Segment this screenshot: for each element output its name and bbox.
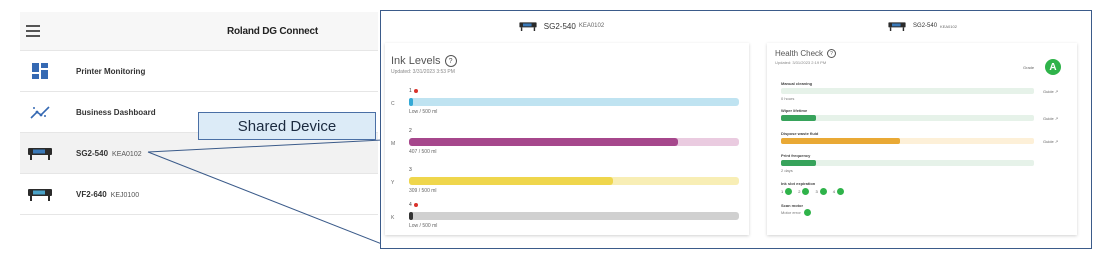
- scan-motor-status: Motor error: [781, 209, 811, 216]
- ink-slot-label: Ink slot expiration: [781, 181, 816, 186]
- grade-label: Grade: [1023, 65, 1035, 70]
- ink-slot: 4: [833, 188, 844, 195]
- ink-levels-card: Ink Levels ? Updated: 3/31/2023 3:53 PM …: [385, 43, 749, 235]
- health-item-label: Dispose waste fluid: [781, 131, 819, 136]
- printer-icon: [888, 22, 906, 31]
- help-icon[interactable]: ?: [827, 49, 837, 58]
- ink-slot: 3: [815, 188, 827, 195]
- health-bar: [781, 138, 1034, 144]
- ink-slot-number: 2: [409, 128, 412, 134]
- health-check-card: Health Check ? Updated: 3/31/2023 2:19 P…: [767, 43, 1077, 235]
- health-bar: [781, 115, 1034, 121]
- scan-motor-label: Scan motor: [781, 203, 804, 208]
- grade-badge: A: [1045, 59, 1061, 75]
- health-item-label: Wiper lifetime: [781, 108, 808, 113]
- ink-amount: 309 / 500 ml: [409, 188, 437, 194]
- device-model: SG2-540: [913, 23, 938, 29]
- ink-bar: [409, 138, 739, 146]
- ink-code: K: [391, 215, 395, 221]
- health-bar: [781, 160, 1034, 166]
- status-ok-icon: [803, 209, 811, 216]
- status-ok-icon: [819, 188, 827, 195]
- device-detail-screenshot: SG2-540 KEA0102 SG2-540 KEA0102 Ink Leve…: [380, 10, 1092, 249]
- health-bar: [781, 88, 1034, 94]
- ink-bar-fill: [409, 212, 413, 220]
- status-ok-icon: [802, 188, 810, 195]
- health-item-label: Manual cleaning: [781, 81, 813, 86]
- ink-bar: [409, 177, 739, 185]
- ink-updated: Updated: 3/31/2023 3:53 PM: [391, 69, 455, 75]
- ink-slot-list: 1 2 3 4: [781, 188, 850, 195]
- health-item-value: 0 hours: [781, 96, 795, 101]
- external-link-icon: ↗: [1054, 139, 1059, 144]
- guide-link[interactable]: Guide ↗: [1043, 116, 1058, 121]
- health-bar-fill: [781, 160, 817, 166]
- ink-bar: [409, 98, 739, 106]
- ink-slot: 2: [798, 188, 810, 195]
- health-updated: Updated: 3/31/2023 2:19 PM: [775, 60, 827, 65]
- health-item-value: 2 days: [781, 168, 793, 173]
- warning-dot-icon: [413, 203, 418, 207]
- device-header-left: SG2-540 KEA0102: [381, 11, 741, 41]
- ink-code: Y: [391, 180, 395, 186]
- ink-bar-fill: [409, 98, 413, 106]
- shared-device-callout: Shared Device: [198, 112, 376, 140]
- ink-bar: [409, 212, 739, 220]
- ink-bar-fill: [409, 177, 613, 185]
- status-ok-icon: [785, 188, 793, 195]
- printer-icon: [519, 22, 537, 31]
- health-check-title: Health Check ?: [775, 49, 837, 58]
- ink-amount: Low / 500 ml: [409, 223, 438, 229]
- ink-slot-number: 1: [409, 88, 418, 94]
- warning-dot-icon: [413, 89, 418, 93]
- device-model: SG2-540: [543, 21, 576, 31]
- ink-slot: 1: [781, 188, 793, 195]
- ink-bar-fill: [409, 138, 678, 146]
- ink-code: C: [391, 101, 395, 107]
- device-header-right: SG2-540 KEA0102: [767, 11, 1077, 41]
- ink-amount: 407 / 500 ml: [409, 149, 437, 155]
- ink-code: M: [391, 141, 396, 147]
- scan-motor-text: Motor error: [781, 210, 801, 215]
- guide-link[interactable]: Guide ↗: [1043, 89, 1058, 94]
- health-item-label: Print frequency: [781, 153, 811, 158]
- ink-levels-title: Ink Levels ?: [391, 55, 457, 67]
- external-link-icon: ↗: [1054, 89, 1059, 94]
- ink-slot-number: 4: [409, 202, 418, 208]
- guide-link[interactable]: Guide ↗: [1043, 139, 1058, 144]
- health-bar-fill: [781, 138, 900, 144]
- device-serial: KEA0102: [578, 23, 605, 29]
- ink-amount: Low / 500 ml: [409, 109, 438, 115]
- health-bar-fill: [781, 115, 817, 121]
- device-serial: KEA0102: [940, 23, 957, 29]
- status-ok-icon: [836, 188, 844, 195]
- help-icon[interactable]: ?: [444, 55, 457, 67]
- ink-slot-number: 3: [409, 167, 412, 173]
- external-link-icon: ↗: [1054, 116, 1059, 121]
